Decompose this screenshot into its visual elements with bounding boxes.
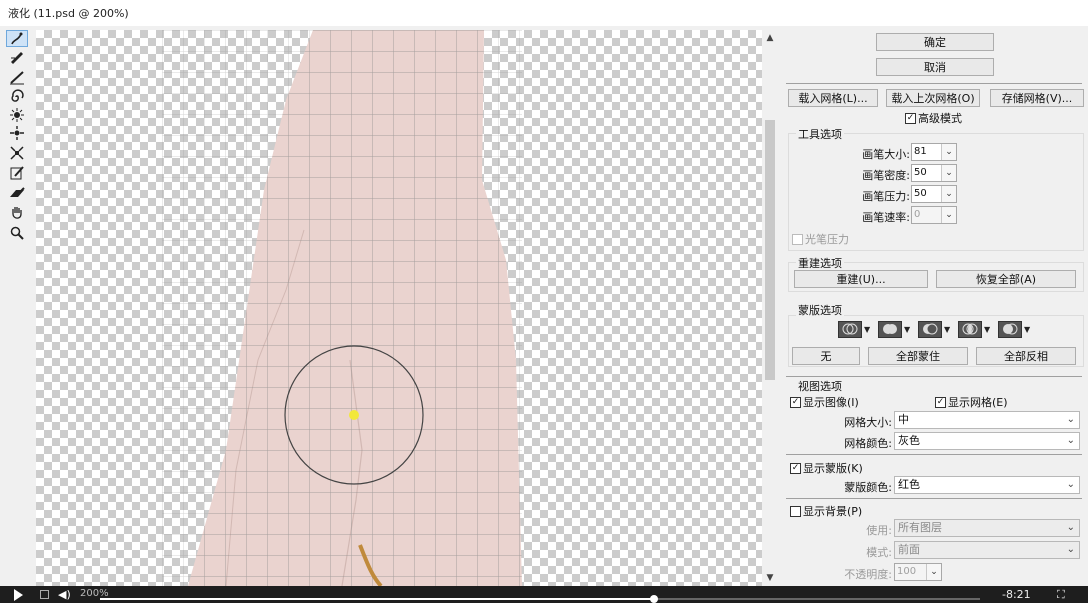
chevron-down-icon[interactable]: ⌄ <box>941 144 956 160</box>
ok-button[interactable]: 确定 <box>876 33 994 51</box>
title-bar: 液化 (11.psd @ 200%) <box>0 0 1088 26</box>
stylus-pressure-checkbox: 光笔压力 <box>792 231 849 247</box>
mask-options-title: 蒙版选项 <box>796 302 844 318</box>
checkbox-box: ✓ <box>790 462 801 474</box>
scroll-up-icon[interactable]: ▲ <box>762 30 778 46</box>
chevron-down-icon[interactable]: ⌄ <box>941 165 956 181</box>
divider <box>786 498 1082 499</box>
fullscreen-icon[interactable]: ⛶ <box>1057 588 1065 602</box>
mesh-size-label: 网格大小: <box>844 416 892 429</box>
mask-all-button[interactable]: 全部蒙住 <box>868 347 968 365</box>
checkbox-box <box>792 233 803 245</box>
progress-track[interactable] <box>100 598 980 600</box>
liquify-canvas[interactable] <box>36 30 762 586</box>
mesh-size-select[interactable]: 中 ⌄ <box>894 411 1080 429</box>
mask-color-select[interactable]: 红色 ⌄ <box>894 476 1080 494</box>
chevron-down-icon[interactable]: ⌄ <box>941 186 956 202</box>
use-select: 所有图层 ⌄ <box>894 519 1080 537</box>
chevron-down-icon: ⌄ <box>1066 414 1075 425</box>
mask-subtract-icon[interactable]: ▼ <box>918 320 952 338</box>
mesh-color-label: 网格颜色: <box>844 437 892 450</box>
twirl-icon[interactable] <box>6 88 28 105</box>
show-mesh-checkbox[interactable]: ✓ 显示网格(E) <box>935 394 1008 410</box>
checkbox-box: ✓ <box>935 396 946 408</box>
load-last-mesh-button[interactable]: 载入上次网格(O) <box>886 89 980 107</box>
mask-invert-icon[interactable]: ▼ <box>998 320 1032 338</box>
smooth-icon[interactable] <box>6 68 28 85</box>
save-mesh-button[interactable]: 存储网格(V)... <box>990 89 1084 107</box>
mode-select: 前面 ⌄ <box>894 541 1080 559</box>
mask-color-label: 蒙版颜色: <box>844 481 892 494</box>
divider <box>786 454 1082 455</box>
use-label: 使用: <box>866 524 892 537</box>
brush-rate-combo: 0 ⌄ <box>911 206 957 224</box>
load-mesh-button[interactable]: 载入网格(L)... <box>788 89 878 107</box>
reconstruct-options-title: 重建选项 <box>796 255 844 271</box>
mode-label: 模式: <box>866 546 892 559</box>
canvas-image[interactable] <box>36 30 762 586</box>
progress-knob[interactable] <box>650 595 659 603</box>
mask-mode-row: ▼ ▼ ▼ ▼ ▼ <box>838 320 1038 338</box>
mask-intersect-icon[interactable]: ▼ <box>958 320 992 338</box>
chevron-down-icon: ⌄ <box>1066 522 1075 533</box>
reconstruct-icon[interactable] <box>6 48 28 65</box>
tool-panel <box>0 26 34 586</box>
show-image-checkbox[interactable]: ✓ 显示图像(I) <box>790 394 859 410</box>
mesh-color-select[interactable]: 灰色 ⌄ <box>894 432 1080 450</box>
checkbox-box <box>790 505 801 517</box>
tool-options-title: 工具选项 <box>796 126 844 142</box>
chevron-down-icon: ⌄ <box>941 207 956 223</box>
volume-icon[interactable]: ◀) <box>58 588 71 601</box>
thaw-mask-icon[interactable] <box>6 184 28 201</box>
brush-pressure-label: 画笔压力: <box>862 190 910 203</box>
mask-add-icon[interactable]: ▼ <box>878 320 912 338</box>
canvas-vertical-scrollbar[interactable]: ▲ ▼ <box>762 30 778 586</box>
brush-density-combo[interactable]: 50 ⌄ <box>911 164 957 182</box>
divider <box>786 83 1082 84</box>
invert-all-button[interactable]: 全部反相 <box>976 347 1076 365</box>
chevron-down-icon: ⌄ <box>926 564 941 580</box>
opacity-combo: 100 ⌄ <box>894 563 942 581</box>
hand-icon[interactable] <box>6 204 28 221</box>
chevron-down-icon: ⌄ <box>1066 435 1075 446</box>
show-mask-checkbox[interactable]: ✓ 显示蒙版(K) <box>790 460 863 476</box>
show-backdrop-checkbox[interactable]: 显示背景(P) <box>790 503 862 519</box>
opacity-label: 不透明度: <box>844 568 892 581</box>
zoom-icon[interactable] <box>6 224 28 241</box>
time-remaining: -8:21 <box>1002 588 1031 601</box>
brush-density-label: 画笔密度: <box>862 169 910 182</box>
advanced-mode-checkbox[interactable]: ✓ 高级模式 <box>905 110 962 126</box>
brush-size-combo[interactable]: 81 ⌄ <box>911 143 957 161</box>
brush-rate-label: 画笔速率: <box>862 211 910 224</box>
progress-fill <box>100 598 655 600</box>
play-icon[interactable] <box>14 589 23 601</box>
chevron-down-icon: ⌄ <box>1066 479 1075 490</box>
chevron-down-icon: ⌄ <box>1066 544 1075 555</box>
push-left-icon[interactable] <box>6 144 28 161</box>
mask-none-button[interactable]: 无 <box>792 347 860 365</box>
reconstruct-button[interactable]: 重建(U)... <box>794 270 928 288</box>
options-panel: 确定 取消 载入网格(L)... 载入上次网格(O) 存储网格(V)... ✓ … <box>780 26 1088 586</box>
stop-icon[interactable] <box>40 590 49 599</box>
brush-size-label: 画笔大小: <box>862 148 910 161</box>
forward-warp-icon[interactable] <box>6 30 28 47</box>
freeze-mask-icon[interactable] <box>6 164 28 181</box>
view-options-title: 视图选项 <box>796 378 844 394</box>
cancel-button[interactable]: 取消 <box>876 58 994 76</box>
video-player-bar: ◀) 200% -8:21 ⛶ <box>0 586 1088 603</box>
window-title: 液化 (11.psd @ 200%) <box>8 7 129 20</box>
checkbox-box: ✓ <box>905 112 916 124</box>
scroll-thumb[interactable] <box>765 120 775 380</box>
checkbox-box: ✓ <box>790 396 801 408</box>
scroll-down-icon[interactable]: ▼ <box>762 570 778 586</box>
brush-pressure-combo[interactable]: 50 ⌄ <box>911 185 957 203</box>
mask-replace-icon[interactable]: ▼ <box>838 320 872 338</box>
pucker-icon[interactable] <box>6 106 28 123</box>
bloat-icon[interactable] <box>6 124 28 141</box>
restore-all-button[interactable]: 恢复全部(A) <box>936 270 1076 288</box>
divider <box>786 376 1082 377</box>
